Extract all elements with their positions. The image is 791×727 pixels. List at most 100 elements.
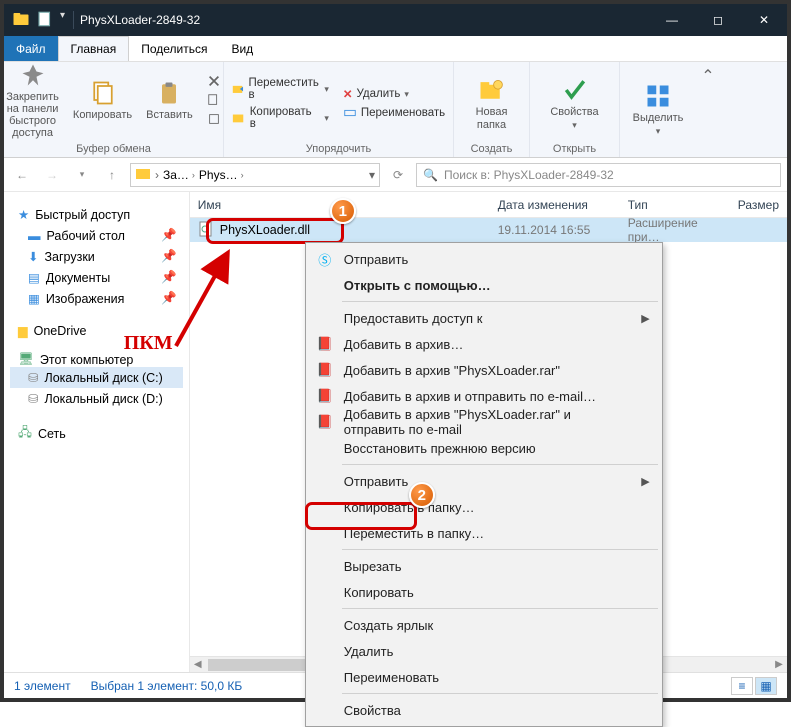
properties-button[interactable]: Свойства ▾ (546, 74, 602, 133)
breadcrumb-seg-2[interactable]: Phys…› (199, 168, 244, 182)
ctx-create-shortcut[interactable]: Создать ярлык (308, 612, 660, 638)
column-headers: Имя Дата изменения Тип Размер (190, 192, 787, 218)
context-menu: ⓈОтправить Открыть с помощью… Предостави… (305, 242, 663, 727)
moveto-button[interactable]: Переместить в▾ (228, 76, 333, 102)
rename-button[interactable]: Переименовать (339, 105, 449, 121)
ctx-delete[interactable]: Удалить (308, 638, 660, 664)
search-icon: 🔍 (423, 168, 438, 182)
nav-desktop[interactable]: ▬Рабочий стол📌 (10, 225, 183, 246)
pasteshortcut-small-button[interactable] (203, 111, 225, 127)
clipboard-group-label: Буфер обмена (76, 141, 151, 155)
nav-downloads[interactable]: ⬇Загрузки📌 (10, 246, 183, 267)
file-type: Расширение при… (620, 216, 730, 244)
drive-icon: ⛁ (28, 370, 38, 385)
ribbon: Закрепить на панели быстрого доступа Коп… (4, 62, 787, 158)
tab-file[interactable]: Файл (4, 36, 58, 61)
file-list: Имя Дата изменения Тип Размер PhysXLoade… (190, 192, 787, 672)
copyto-button[interactable]: Копировать в▾ (228, 105, 333, 131)
nav-recent-button[interactable]: ▾ (70, 163, 94, 187)
pictures-icon: ▦ (28, 291, 40, 306)
tab-view[interactable]: Вид (219, 36, 265, 61)
ctx-move-to-folder[interactable]: Переместить в папку… (308, 520, 660, 546)
nav-back-button[interactable]: ← (10, 163, 34, 187)
file-row[interactable]: PhysXLoader.dll 19.11.2014 16:55 Расшире… (190, 218, 787, 242)
ctx-restore[interactable]: Восстановить прежнюю версию (308, 435, 660, 461)
ctx-email-rar[interactable]: 📕Добавить в архив "PhysXLoader.rar" и от… (308, 409, 660, 435)
refresh-button[interactable]: ⟳ (386, 163, 410, 187)
paste-button[interactable]: Вставить (142, 77, 197, 123)
nav-network[interactable]: 🖧Сеть (10, 423, 183, 444)
star-icon: ★ (18, 207, 29, 222)
paste-label: Вставить (146, 109, 193, 121)
address-field[interactable]: › За…› Phys…› ▾ (130, 163, 380, 187)
nav-documents[interactable]: ▤Документы📌 (10, 267, 183, 288)
breadcrumb-seg-1[interactable]: За…› (163, 168, 195, 182)
ctx-email-archive[interactable]: 📕Добавить в архив и отправить по e-mail… (308, 383, 660, 409)
col-type[interactable]: Тип (620, 198, 730, 212)
ctx-copy-to-folder[interactable]: Копировать в папку… (308, 494, 660, 520)
tab-share[interactable]: Поделиться (129, 36, 219, 61)
view-details-button[interactable]: ≡ (731, 677, 753, 695)
copypath-small-button[interactable] (203, 92, 225, 108)
search-field[interactable]: 🔍 Поиск в: PhysXLoader-2849-32 (416, 163, 781, 187)
dll-icon (198, 221, 214, 240)
ctx-properties[interactable]: Свойства (308, 697, 660, 723)
col-size[interactable]: Размер (730, 198, 787, 212)
status-count: 1 элемент (14, 679, 71, 693)
delete-button[interactable]: ✕Удалить▾ (339, 86, 449, 102)
ctx-cut[interactable]: Вырезать (308, 553, 660, 579)
close-button[interactable]: ✕ (741, 4, 787, 36)
winrar-icon: 📕 (316, 361, 334, 379)
pin-icon: 📌 (161, 228, 177, 243)
select-button[interactable]: Выделить ▾ (629, 80, 688, 139)
qat-props-icon[interactable] (36, 10, 54, 31)
status-selected: Выбран 1 элемент: 50,0 КБ (91, 679, 243, 693)
open-group-label: Открыть (553, 141, 596, 155)
new-group-label: Создать (471, 141, 513, 155)
ctx-send-to[interactable]: Отправить▶ (308, 468, 660, 494)
desktop-icon: ▬ (28, 229, 41, 243)
col-date[interactable]: Дата изменения (490, 198, 620, 212)
skype-icon: Ⓢ (316, 250, 334, 268)
pin-label: Закрепить на панели быстрого доступа (6, 91, 59, 139)
organize-group-label: Упорядочить (306, 141, 371, 155)
ctx-copy[interactable]: Копировать (308, 579, 660, 605)
address-bar: ← → ▾ ↑ › За…› Phys…› ▾ ⟳ 🔍 Поиск в: Phy… (4, 158, 787, 192)
newfolder-label: Новая папка (476, 106, 508, 130)
ctx-add-rar[interactable]: 📕Добавить в архив "PhysXLoader.rar" (308, 357, 660, 383)
folder-icon (12, 10, 30, 31)
addr-dropdown-icon[interactable]: ▾ (369, 168, 375, 182)
collapse-ribbon-button[interactable]: ⌃ (696, 62, 720, 157)
minimize-button[interactable]: ― (649, 4, 695, 36)
cut-small-button[interactable] (203, 73, 225, 89)
scroll-right-icon[interactable]: ▶ (771, 659, 787, 670)
nav-pictures[interactable]: ▦Изображения📌 (10, 288, 183, 309)
copy-button[interactable]: Копировать (69, 77, 136, 123)
nav-thispc[interactable]: 🖥Этот компьютер (10, 352, 183, 367)
scroll-left-icon[interactable]: ◀ (190, 659, 206, 670)
nav-drive-d[interactable]: ⛁Локальный диск (D:) (10, 388, 183, 409)
ctx-send[interactable]: ⓈОтправить (308, 246, 660, 272)
ctx-add-archive[interactable]: 📕Добавить в архив… (308, 331, 660, 357)
ctx-open-with[interactable]: Открыть с помощью… (308, 272, 660, 298)
network-icon: 🖧 (18, 423, 32, 444)
folder-icon (135, 165, 151, 184)
qat-dropdown-icon[interactable]: ▾ (60, 10, 65, 31)
download-icon: ⬇ (28, 249, 38, 264)
nav-onedrive[interactable]: ▆OneDrive (10, 323, 183, 338)
view-large-button[interactable]: ▦ (755, 677, 777, 695)
cloud-icon: ▆ (18, 323, 28, 338)
tab-home[interactable]: Главная (58, 36, 130, 61)
pin-quickaccess-button[interactable]: Закрепить на панели быстрого доступа (4, 62, 63, 141)
ctx-grant-access[interactable]: Предоставить доступ к▶ (308, 305, 660, 331)
nav-quickaccess[interactable]: ★Быстрый доступ (10, 204, 183, 225)
nav-up-button[interactable]: ↑ (100, 163, 124, 187)
document-icon: ▤ (28, 270, 40, 285)
nav-drive-c[interactable]: ⛁Локальный диск (C:) (10, 367, 183, 388)
ctx-rename[interactable]: Переименовать (308, 664, 660, 690)
nav-forward-button[interactable]: → (40, 163, 64, 187)
newfolder-button[interactable]: Новая папка (472, 74, 512, 132)
maximize-button[interactable]: ◻ (695, 4, 741, 36)
window-title: PhysXLoader-2849-32 (74, 13, 200, 27)
col-name[interactable]: Имя (190, 198, 490, 212)
